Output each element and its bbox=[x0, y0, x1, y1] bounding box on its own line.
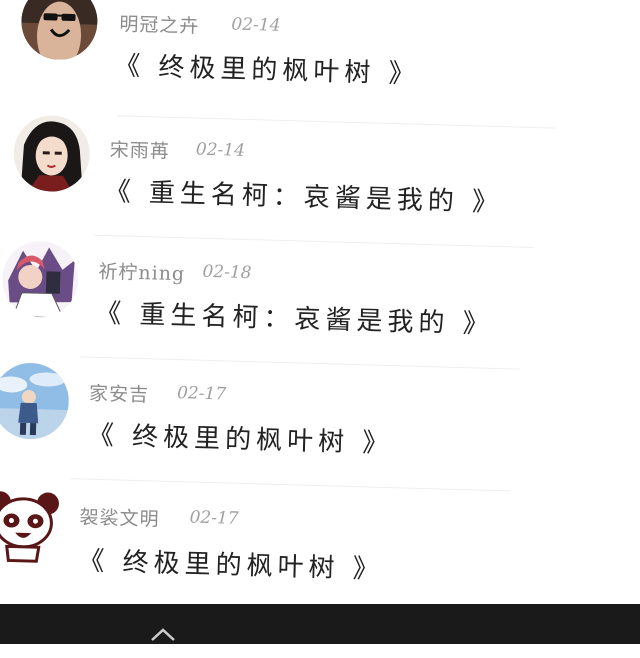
finger-face-avatar-icon[interactable] bbox=[20, 0, 99, 61]
username[interactable]: 家安吉 bbox=[89, 379, 150, 408]
book-title-link[interactable]: 《 终极里的枫叶树 》 bbox=[114, 45, 420, 91]
book-title-link[interactable]: 《 重生名柯：哀酱是我的 》 bbox=[95, 293, 494, 341]
panda-avatar-icon[interactable] bbox=[0, 488, 62, 566]
list-item[interactable]: 明冠之卉 02-14 《 终极里的枫叶树 》 bbox=[0, 0, 640, 124]
navigation-bar bbox=[0, 604, 640, 644]
username[interactable]: 袈裟文明 bbox=[79, 502, 160, 531]
list-item[interactable]: 袈裟文明 02-17 《 终极里的枫叶树 》 bbox=[0, 474, 627, 616]
book-title-link[interactable]: 《 终极里的枫叶树 》 bbox=[78, 540, 384, 586]
comment-date: 02-17 bbox=[189, 507, 239, 529]
comment-date: 02-14 bbox=[231, 14, 281, 36]
list-item[interactable]: 家安吉 02-17 《 终极里的枫叶树 》 bbox=[0, 352, 630, 494]
comment-feed: 明冠之卉 02-14 《 终极里的枫叶树 》 宋雨苒 02-14 《 重生名柯：… bbox=[0, 0, 640, 658]
comment-date: 02-14 bbox=[195, 139, 246, 161]
username[interactable]: 祈柠ning bbox=[98, 257, 185, 286]
list-item[interactable]: 祈柠ning 02-18 《 重生名柯：哀酱是我的 》 bbox=[0, 230, 633, 372]
book-title-link[interactable]: 《 终极里的枫叶树 》 bbox=[87, 415, 393, 461]
username[interactable]: 明冠之卉 bbox=[119, 9, 200, 38]
username[interactable]: 宋雨苒 bbox=[110, 135, 171, 164]
list-item[interactable]: 宋雨苒 02-14 《 重生名柯：哀酱是我的 》 bbox=[0, 106, 637, 248]
anime-character-avatar-icon[interactable] bbox=[1, 240, 80, 319]
sky-scene-avatar-icon[interactable] bbox=[0, 361, 70, 441]
anime-girl-avatar-icon[interactable] bbox=[12, 114, 91, 193]
comment-date: 02-18 bbox=[202, 261, 252, 284]
book-title-link[interactable]: 《 重生名柯：哀酱是我的 》 bbox=[104, 171, 503, 219]
comment-date: 02-17 bbox=[176, 383, 227, 405]
